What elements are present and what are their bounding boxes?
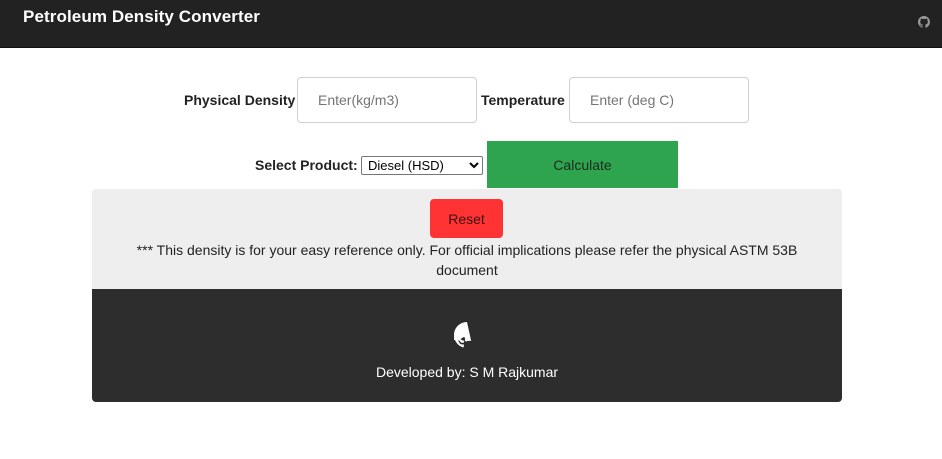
app-title: Petroleum Density Converter <box>23 7 260 26</box>
reset-button[interactable]: Reset <box>430 199 503 238</box>
footer: Developed by: S M Rajkumar <box>92 289 842 402</box>
select-product-label: Select Product: <box>255 157 358 173</box>
product-select[interactable]: Diesel (HSD) <box>361 156 483 175</box>
top-navbar: Petroleum Density Converter <box>0 0 942 48</box>
physical-density-label: Physical Density <box>184 92 296 108</box>
github-icon[interactable] <box>454 322 480 348</box>
github-icon[interactable] <box>918 16 930 28</box>
temperature-label: Temperature <box>481 92 565 108</box>
calculate-button[interactable]: Calculate <box>487 141 678 188</box>
temperature-input[interactable] <box>569 77 749 123</box>
physical-density-input[interactable] <box>297 77 477 123</box>
disclaimer-text: *** This density is for your easy refere… <box>136 242 798 278</box>
developer-credit: Developed by: S M Rajkumar <box>375 364 559 380</box>
density-temperature-row: Physical Density Temperature <box>0 77 942 123</box>
product-row: Select Product: Diesel (HSD) Calculate <box>0 141 942 188</box>
result-panel: Reset *** This density is for your easy … <box>92 189 842 289</box>
